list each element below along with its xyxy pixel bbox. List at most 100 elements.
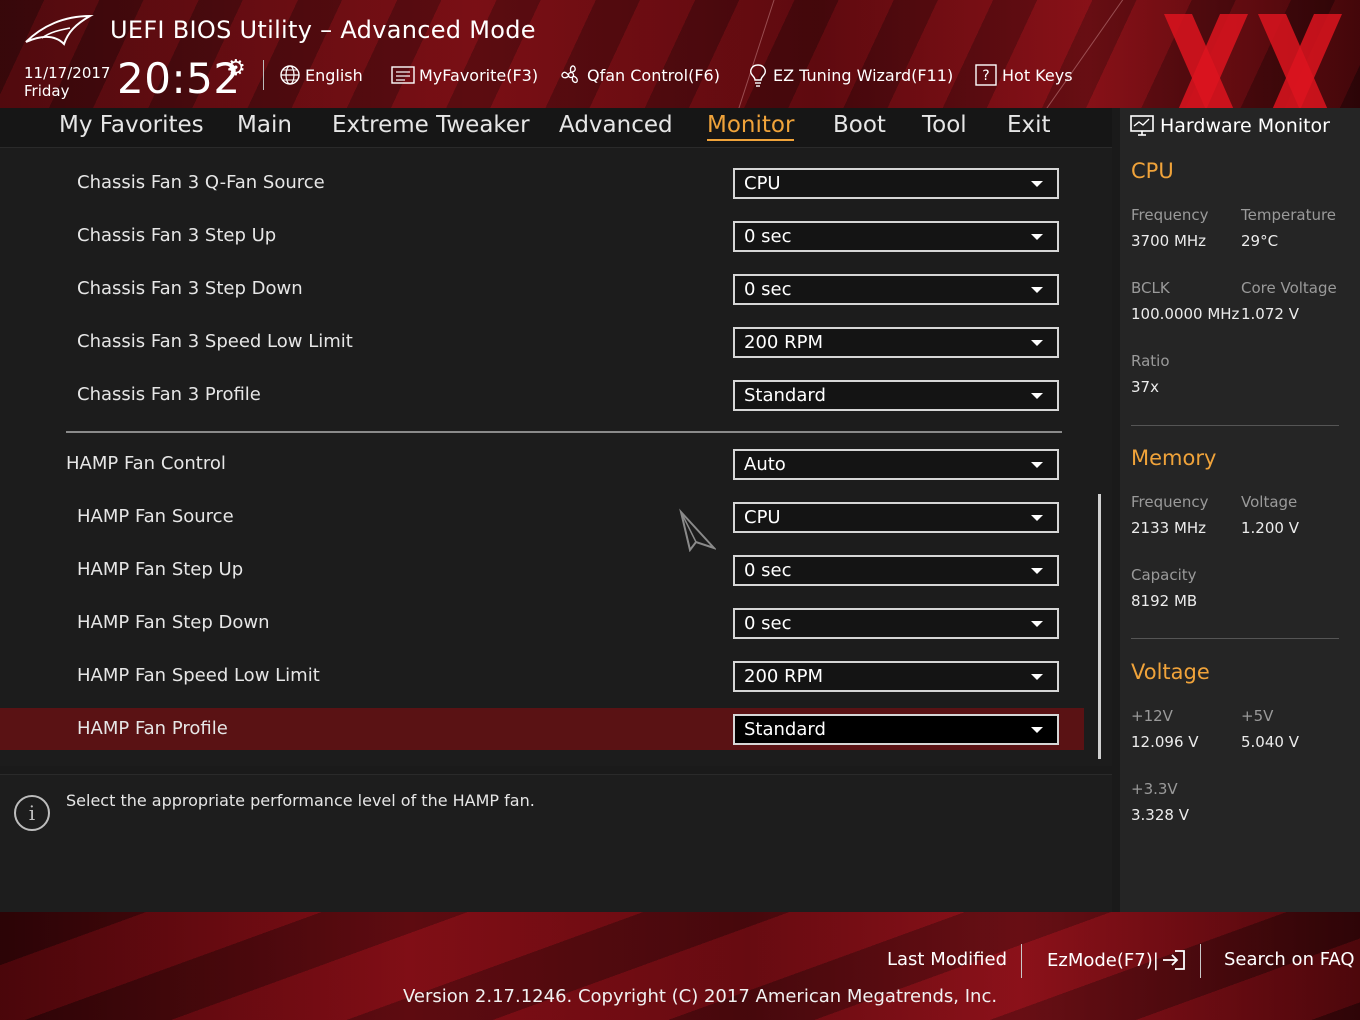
tab-boot[interactable]: Boot (833, 112, 886, 138)
setting-row-chassis-fan3-qfan-source[interactable]: Chassis Fan 3 Q-Fan Source CPU (0, 162, 1084, 204)
settings-gear-icon[interactable]: ⚙ (226, 56, 246, 81)
setting-dropdown[interactable]: 200 RPM (733, 661, 1059, 692)
setting-label: Chassis Fan 3 Step Up (77, 225, 277, 246)
dropdown-value: 0 sec (744, 560, 792, 581)
v12-value: 12.096 V (1131, 733, 1199, 751)
settings-panel: Chassis Fan 3 Q-Fan Source CPU Chassis F… (0, 148, 1112, 766)
myfavorite-label: MyFavorite(F3) (419, 65, 539, 85)
rog-logo-icon (25, 14, 94, 46)
divider (1200, 944, 1201, 978)
setting-label: Chassis Fan 3 Step Down (77, 278, 303, 299)
lightbulb-icon (750, 64, 766, 87)
setting-dropdown[interactable]: 0 sec (733, 555, 1059, 586)
setting-dropdown[interactable]: 0 sec (733, 274, 1059, 305)
dropdown-value: 0 sec (744, 226, 792, 247)
setting-label: HAMP Fan Step Up (77, 559, 244, 580)
day-text: Friday (24, 82, 70, 100)
dropdown-value: Standard (744, 719, 826, 740)
section-divider (66, 431, 1062, 433)
decor-line (718, 0, 781, 108)
setting-row-chassis-fan3-step-up[interactable]: Chassis Fan 3 Step Up 0 sec (0, 215, 1084, 257)
clock-time: 20:52 (117, 54, 241, 103)
setting-row-hamp-fan-step-up[interactable]: HAMP Fan Step Up 0 sec (0, 549, 1084, 591)
hot-keys-button[interactable]: ? Hot Keys (974, 62, 1073, 88)
tab-exit[interactable]: Exit (1007, 112, 1051, 138)
capacity-label: Capacity (1131, 566, 1197, 584)
v12-label: +12V (1131, 707, 1173, 725)
qfan-control-button[interactable]: Qfan Control(F6) (559, 62, 720, 88)
tab-my-favorites[interactable]: My Favorites (59, 112, 204, 138)
memory-heading: Memory (1131, 446, 1217, 470)
help-question-icon: ? (975, 64, 997, 86)
voltage-heading: Voltage (1131, 660, 1210, 684)
v33-value: 3.328 V (1131, 806, 1189, 824)
setting-row-chassis-fan3-step-down[interactable]: Chassis Fan 3 Step Down 0 sec (0, 268, 1084, 310)
info-icon: i (14, 795, 50, 831)
tab-main[interactable]: Main (237, 112, 292, 138)
setting-dropdown[interactable]: Standard (733, 380, 1059, 411)
svg-text:?: ? (982, 68, 989, 84)
setting-label: HAMP Fan Control (66, 453, 226, 474)
chevron-down-icon (1031, 727, 1043, 733)
footer-bar: Last Modified EzMode(F7)| Search on FAQ … (0, 912, 1360, 1020)
hardware-monitor-label: Hardware Monitor (1160, 115, 1330, 137)
setting-row-hamp-fan-step-down[interactable]: HAMP Fan Step Down 0 sec (0, 602, 1084, 644)
v5-value: 5.040 V (1241, 733, 1299, 751)
bclk-value: 100.0000 MHz (1131, 305, 1240, 323)
setting-label: Chassis Fan 3 Q-Fan Source (77, 172, 325, 193)
date-display: 11/17/2017 Friday (24, 64, 110, 100)
search-faq-button[interactable]: Search on FAQ (1224, 949, 1355, 970)
ez-tuning-label: EZ Tuning Wizard(F11) (773, 65, 954, 85)
chevron-down-icon (1031, 234, 1043, 240)
setting-dropdown[interactable]: 0 sec (733, 221, 1059, 252)
setting-row-hamp-fan-speed-low-limit[interactable]: HAMP Fan Speed Low Limit 200 RPM (0, 655, 1084, 697)
divider (263, 60, 264, 90)
setting-dropdown[interactable]: CPU (733, 168, 1059, 199)
memory-frequency-value: 2133 MHz (1131, 519, 1207, 537)
memory-voltage-label: Voltage (1241, 493, 1298, 511)
chevron-down-icon (1031, 621, 1043, 627)
setting-label: Chassis Fan 3 Speed Low Limit (77, 331, 353, 352)
memory-voltage-value: 1.200 V (1241, 519, 1299, 537)
setting-row-hamp-fan-source[interactable]: HAMP Fan Source CPU (0, 496, 1084, 538)
qfan-label: Qfan Control(F6) (587, 65, 720, 85)
dropdown-value: Auto (744, 454, 786, 475)
tab-tool[interactable]: Tool (922, 112, 967, 138)
setting-dropdown[interactable]: Standard (733, 714, 1059, 745)
setting-dropdown[interactable]: 0 sec (733, 608, 1059, 639)
last-modified-button[interactable]: Last Modified (887, 949, 1007, 970)
setting-dropdown[interactable]: 200 RPM (733, 327, 1059, 358)
divider (1131, 638, 1339, 639)
language-button[interactable]: English (279, 62, 363, 88)
date-text: 11/17/2017 (24, 64, 111, 82)
v33-label: +3.3V (1131, 780, 1178, 798)
scrollbar[interactable] (1098, 494, 1101, 759)
tab-advanced[interactable]: Advanced (559, 112, 673, 138)
setting-row-hamp-fan-control[interactable]: HAMP Fan Control Auto (0, 443, 1084, 485)
core-voltage-label: Core Voltage (1241, 279, 1337, 297)
help-text: Select the appropriate performance level… (66, 791, 535, 810)
setting-label: HAMP Fan Profile (77, 718, 228, 739)
chevron-down-icon (1031, 287, 1043, 293)
setting-row-hamp-fan-profile[interactable]: HAMP Fan Profile Standard (0, 708, 1084, 750)
setting-dropdown[interactable]: CPU (733, 502, 1059, 533)
myfavorite-button[interactable]: MyFavorite(F3) (391, 62, 538, 88)
cpu-frequency-label: Frequency (1131, 206, 1209, 224)
ratio-label: Ratio (1131, 352, 1170, 370)
hot-keys-label: Hot Keys (1002, 65, 1073, 85)
fan-icon (561, 65, 578, 84)
ezmode-button[interactable]: EzMode(F7)| (1047, 949, 1187, 971)
tab-monitor[interactable]: Monitor (707, 112, 795, 141)
cpu-temperature-label: Temperature (1241, 206, 1337, 224)
tab-extreme-tweaker[interactable]: Extreme Tweaker (332, 112, 530, 138)
ez-tuning-wizard-button[interactable]: EZ Tuning Wizard(F11) (747, 62, 953, 88)
chevron-down-icon (1031, 462, 1043, 468)
help-info-panel: i Select the appropriate performance lev… (0, 774, 1112, 912)
cpu-temperature-value: 29°C (1241, 232, 1279, 250)
cpu-heading: CPU (1131, 159, 1174, 183)
monitor-screen-icon (1130, 115, 1154, 136)
setting-row-chassis-fan3-profile[interactable]: Chassis Fan 3 Profile Standard (0, 374, 1084, 416)
chevron-down-icon (1031, 674, 1043, 680)
setting-dropdown[interactable]: Auto (733, 449, 1059, 480)
setting-row-chassis-fan3-speed-low-limit[interactable]: Chassis Fan 3 Speed Low Limit 200 RPM (0, 321, 1084, 363)
